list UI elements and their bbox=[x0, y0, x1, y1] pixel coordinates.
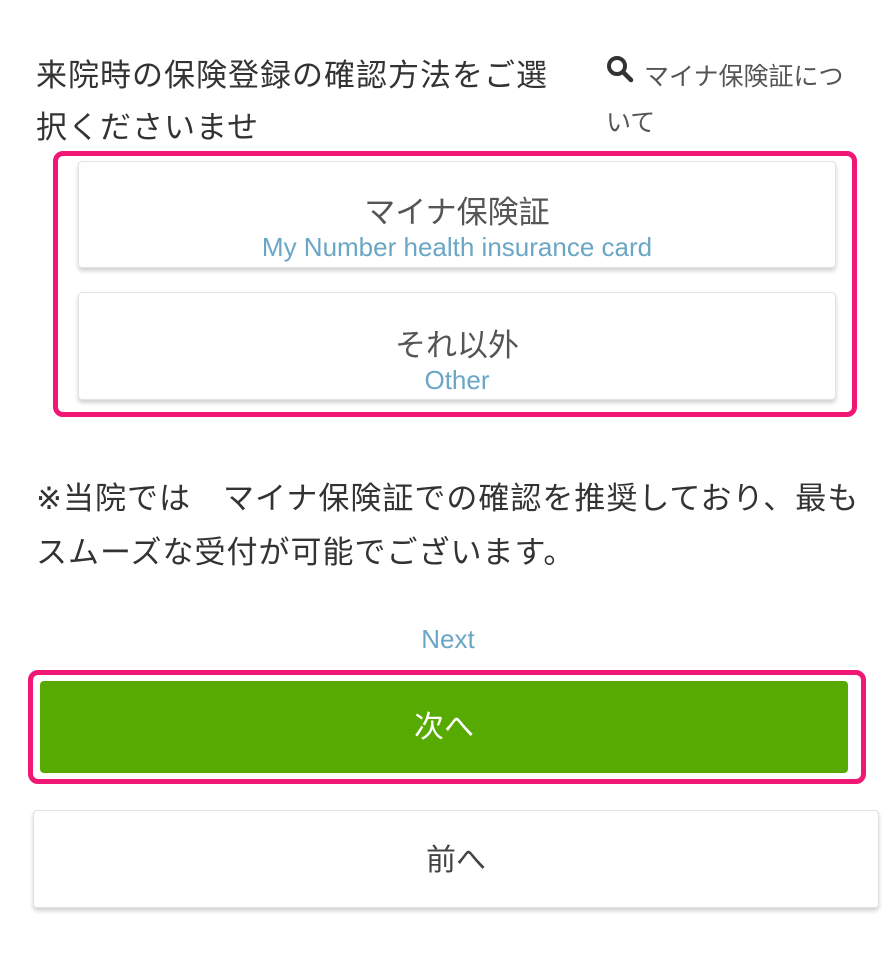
back-button[interactable]: 前へ bbox=[33, 810, 879, 908]
next-caption: Next bbox=[421, 624, 475, 654]
option-other[interactable]: それ以外 Other bbox=[78, 292, 836, 400]
recommendation-notice: ※当院では マイナ保険証での確認を推奨しており、最もスムーズな受付が可能でござい… bbox=[36, 481, 860, 571]
option-my-number-card[interactable]: マイナ保険証 My Number health insurance card bbox=[78, 161, 836, 268]
help-link-label: マイナ保険証について bbox=[606, 62, 844, 137]
option-label-ja: それ以外 bbox=[395, 328, 519, 364]
my-number-card-help-link[interactable]: マイナ保険証について bbox=[606, 54, 846, 146]
question-text: 来院時の保険登録の確認方法をご選択くださいませ bbox=[36, 58, 548, 146]
option-label-en: Other bbox=[424, 365, 490, 395]
next-button[interactable]: 次へ bbox=[40, 681, 848, 773]
option-label-ja: マイナ保険証 bbox=[364, 195, 550, 231]
option-label-en: My Number health insurance card bbox=[261, 232, 653, 262]
search-icon bbox=[606, 52, 634, 98]
